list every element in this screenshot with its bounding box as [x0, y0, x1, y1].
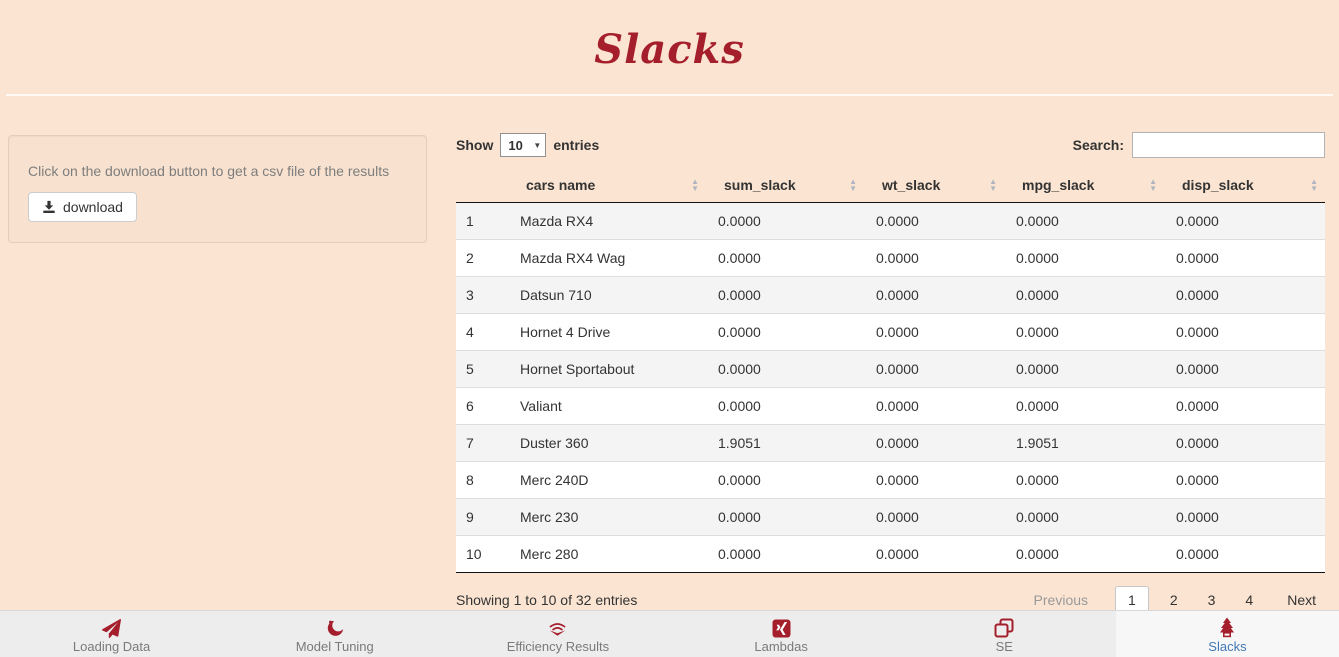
download-button[interactable]: download — [28, 192, 137, 222]
sort-icon: ▲▼ — [691, 178, 699, 192]
column-header-sum-slack[interactable]: sum_slack ▲▼ — [706, 168, 864, 203]
table-header-row: cars name ▲▼ sum_slack ▲▼ wt_slack ▲▼ mp… — [456, 168, 1325, 203]
cell-car-name: Merc 240D — [508, 462, 706, 499]
cell-car-name: Valiant — [508, 388, 706, 425]
tab-model-tuning[interactable]: Model Tuning — [223, 611, 446, 657]
column-header-index — [456, 168, 508, 203]
table-row: 4 Hornet 4 Drive 0.0000 0.0000 0.0000 0.… — [456, 314, 1325, 351]
show-label: Show — [456, 137, 493, 153]
tab-efficiency-results[interactable]: Efficiency Results — [446, 611, 669, 657]
sort-icon: ▲▼ — [989, 178, 997, 192]
cell-car-name: Merc 280 — [508, 536, 706, 573]
audible-icon — [547, 616, 568, 638]
table-row: 3 Datsun 710 0.0000 0.0000 0.0000 0.0000 — [456, 277, 1325, 314]
entries-label: entries — [553, 137, 599, 153]
table-row: 6 Valiant 0.0000 0.0000 0.0000 0.0000 — [456, 388, 1325, 425]
tab-label: SE — [996, 639, 1013, 654]
tab-lambdas[interactable]: Lambdas — [670, 611, 893, 657]
tab-label: Model Tuning — [296, 639, 374, 654]
tab-label: Loading Data — [73, 639, 150, 654]
cell-car-name: Mazda RX4 — [508, 203, 706, 240]
search-input[interactable] — [1132, 132, 1325, 158]
cell-car-name: Mazda RX4 Wag — [508, 240, 706, 277]
cell-car-name: Merc 230 — [508, 499, 706, 536]
table-row: 9 Merc 230 0.0000 0.0000 0.0000 0.0000 — [456, 499, 1325, 536]
download-icon — [42, 200, 56, 214]
page-length-value: 10 — [501, 138, 522, 153]
bottom-navbar: Loading Data Model Tuning Efficiency Res… — [0, 610, 1339, 657]
paper-plane-icon — [102, 616, 121, 638]
tree-icon — [1217, 616, 1237, 638]
table-row: 1 Mazda RX4 0.0000 0.0000 0.0000 0.0000 — [456, 203, 1325, 240]
column-header-cars-name[interactable]: cars name ▲▼ — [508, 168, 706, 203]
tab-loading-data[interactable]: Loading Data — [0, 611, 223, 657]
cell-car-name: Hornet Sportabout — [508, 351, 706, 388]
sort-icon: ▲▼ — [1149, 178, 1157, 192]
crescent-icon — [325, 616, 344, 638]
page-length-select[interactable]: 10 ▼ — [500, 133, 546, 157]
datatable-controls: Show 10 ▼ entries Search: — [456, 131, 1325, 159]
page-length-control: Show 10 ▼ entries — [456, 133, 599, 157]
table-row: 2 Mazda RX4 Wag 0.0000 0.0000 0.0000 0.0… — [456, 240, 1325, 277]
page-title: Slacks — [0, 26, 1339, 73]
download-panel: Click on the download button to get a cs… — [8, 135, 427, 243]
table-row: 5 Hornet Sportabout 0.0000 0.0000 0.0000… — [456, 351, 1325, 388]
header-divider — [6, 94, 1333, 96]
chevron-down-icon: ▼ — [533, 141, 541, 150]
cell-car-name: Datsun 710 — [508, 277, 706, 314]
tab-label: Lambdas — [754, 639, 807, 654]
cell-car-name: Duster 360 — [508, 425, 706, 462]
tab-label: Slacks — [1208, 639, 1246, 654]
search-control: Search: — [1073, 132, 1325, 158]
page-header: Slacks — [0, 0, 1339, 73]
download-instruction: Click on the download button to get a cs… — [28, 163, 408, 179]
table-row: 8 Merc 240D 0.0000 0.0000 0.0000 0.0000 — [456, 462, 1325, 499]
clone-icon — [994, 616, 1014, 638]
tab-se[interactable]: SE — [893, 611, 1116, 657]
sort-icon: ▲▼ — [849, 178, 857, 192]
column-header-mpg-slack[interactable]: mpg_slack ▲▼ — [1004, 168, 1164, 203]
column-header-disp-slack[interactable]: disp_slack ▲▼ — [1164, 168, 1325, 203]
table-row: 10 Merc 280 0.0000 0.0000 0.0000 0.0000 — [456, 536, 1325, 573]
cell-car-name: Hornet 4 Drive — [508, 314, 706, 351]
xing-square-icon — [772, 616, 791, 638]
sort-icon: ▲▼ — [1310, 178, 1318, 192]
tab-slacks[interactable]: Slacks — [1116, 611, 1339, 657]
slacks-table: cars name ▲▼ sum_slack ▲▼ wt_slack ▲▼ mp… — [456, 168, 1325, 573]
download-button-label: download — [63, 199, 123, 215]
table-info: Showing 1 to 10 of 32 entries — [456, 592, 637, 608]
column-header-wt-slack[interactable]: wt_slack ▲▼ — [864, 168, 1004, 203]
tab-label: Efficiency Results — [507, 639, 609, 654]
search-label: Search: — [1073, 137, 1124, 153]
results-table-area: Show 10 ▼ entries Search: cars name ▲▼ — [456, 131, 1325, 614]
table-row: 7 Duster 360 1.9051 0.0000 1.9051 0.0000 — [456, 425, 1325, 462]
